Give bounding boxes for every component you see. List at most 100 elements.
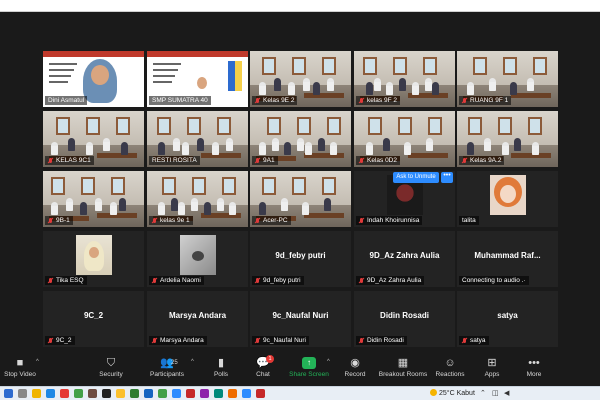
meeting-toolbar: ■ Stop Video ^ ⛉ Security 👥 25 Participan… (0, 354, 600, 386)
participant-tile[interactable]: RESTI ROSITA (147, 111, 248, 167)
ellipsis-icon: ••• (528, 357, 540, 369)
mail-icon[interactable] (60, 389, 69, 398)
student (229, 202, 237, 215)
start-icon[interactable] (4, 389, 13, 398)
store-icon[interactable] (74, 389, 83, 398)
participant-name-label: 9c_Naufal Nuri (252, 336, 309, 345)
reactions-button[interactable]: ☺ Reactions (435, 357, 465, 378)
student (178, 202, 186, 215)
chrome-icon[interactable] (158, 389, 167, 398)
stop-video-button[interactable]: ■ Stop Video (2, 357, 38, 378)
student (158, 142, 165, 155)
weather-widget[interactable]: 25°C Kabut (430, 389, 475, 397)
student (273, 78, 281, 91)
window-frame (528, 117, 542, 135)
participant-tile[interactable]: Ardelia Naomi (147, 231, 248, 287)
participants-caret-icon[interactable]: ^ (191, 359, 194, 365)
participant-tile[interactable]: Kelas 0D2 (354, 111, 455, 167)
browser-icon[interactable] (46, 389, 55, 398)
app-icon[interactable] (228, 389, 237, 398)
student (327, 78, 335, 91)
share-screen-button[interactable]: ↑ Share Screen (288, 357, 330, 378)
record-button[interactable]: ◉ Record (341, 357, 369, 378)
file-explorer-icon[interactable] (32, 389, 41, 398)
participant-tile[interactable]: RUANG 9F 1 (457, 51, 558, 107)
participant-tile[interactable]: kelas 9F 2 (354, 51, 455, 107)
participants-button[interactable]: 👥 25 Participants (147, 357, 187, 378)
chat-button[interactable]: 💬 1 Chat (250, 355, 276, 378)
participant-name-label: 9A1 (252, 156, 278, 165)
window-frame (157, 117, 171, 135)
zoom-icon[interactable] (172, 389, 181, 398)
app-icon[interactable] (256, 389, 265, 398)
more-button[interactable]: ••• More (522, 357, 546, 378)
participant-name: Indah Khoirunnisa (367, 217, 420, 224)
participant-tile[interactable]: kelas 9e 1 (147, 171, 248, 227)
apps-button[interactable]: ⊞ Apps (480, 357, 504, 378)
tray-chevron-icon[interactable]: ⌃ (480, 389, 486, 397)
student (80, 202, 88, 215)
flag-decoration (228, 61, 242, 91)
participant-name-label: Connecting to audio .· (459, 276, 529, 285)
participant-tile[interactable]: Kelas 9A.2 (457, 111, 558, 167)
participant-count: 25 (171, 360, 178, 366)
share-caret-icon[interactable]: ^ (327, 359, 330, 365)
microphone-muted-icon (254, 277, 260, 284)
participant-name-label: SMP SUMATRA 40 (149, 96, 211, 105)
student (488, 78, 496, 91)
student (330, 142, 338, 155)
participant-tile[interactable]: KELAS 9C1 (43, 111, 144, 167)
app-icon[interactable] (144, 389, 153, 398)
participant-tile[interactable]: talita (457, 171, 558, 227)
zoom-icon[interactable] (242, 389, 251, 398)
app-icon[interactable] (200, 389, 209, 398)
participant-tile[interactable]: Tika ESQ (43, 231, 144, 287)
participant-tile[interactable]: Dini Asmatul (43, 51, 144, 107)
student (424, 78, 432, 91)
window-frame (51, 177, 65, 195)
participant-tile[interactable]: Kelas 9E 2 (250, 51, 351, 107)
app-icon[interactable] (88, 389, 97, 398)
speaker-thumbnail (197, 77, 207, 89)
participant-tile[interactable]: 9A1 (250, 111, 351, 167)
participant-tile[interactable]: Muhammad Raf... Connecting to audio .· (457, 231, 558, 287)
student (65, 198, 73, 211)
app-icon[interactable] (186, 389, 195, 398)
microphone-muted-icon (47, 337, 53, 344)
polls-button[interactable]: ▮ Polls (207, 357, 235, 378)
app-icon[interactable] (116, 389, 125, 398)
ask-to-unmute-button[interactable]: Ask to Unmute (393, 172, 439, 183)
student (484, 138, 492, 151)
participant-name-label: talita (459, 216, 479, 225)
microphone-muted-icon (47, 217, 53, 224)
participant-tile[interactable]: 9d_feby putri 9d_feby putri (250, 231, 351, 287)
app-icon[interactable] (214, 389, 223, 398)
participant-name: Marsya Andara (160, 337, 204, 344)
security-button[interactable]: ⛉ Security (93, 357, 129, 378)
volume-icon[interactable]: ◀ (504, 389, 509, 397)
participant-tile[interactable]: 9C_2 9C_2 (43, 291, 144, 347)
microphone-muted-icon (254, 97, 260, 104)
participant-tile[interactable]: Didin Rosadi Didin Rosadi (354, 291, 455, 347)
participant-tile[interactable]: satya satya (457, 291, 558, 347)
participant-tile[interactable]: Marsya Andara Marsya Andara (147, 291, 248, 347)
desk (304, 213, 344, 218)
student (531, 142, 539, 155)
window-frame (393, 57, 407, 75)
network-icon[interactable]: ◫ (492, 389, 499, 397)
share-arrow-icon: ↑ (302, 357, 316, 369)
video-options-caret-icon[interactable]: ^ (36, 359, 39, 365)
participant-tile[interactable]: 9c_Naufal Nuri 9c_Naufal Nuri (250, 291, 351, 347)
desk (511, 93, 551, 98)
participant-tile[interactable]: 9B-1 (43, 171, 144, 227)
participant-tile[interactable]: Acer-PC (250, 171, 351, 227)
breakout-rooms-button[interactable]: ▦ Breakout Rooms (378, 357, 428, 378)
participant-name: RESTI ROSITA (152, 157, 197, 164)
app-icon[interactable] (102, 389, 111, 398)
participant-tile[interactable]: SMP SUMATRA 40 (147, 51, 248, 107)
search-icon[interactable] (18, 389, 27, 398)
tile-more-button[interactable]: ••• (441, 172, 453, 183)
student (216, 198, 224, 211)
whatsapp-icon[interactable] (130, 389, 139, 398)
participant-tile[interactable]: 9D_Az Zahra Aulia 9D_Az Zahra Aulia (354, 231, 455, 287)
